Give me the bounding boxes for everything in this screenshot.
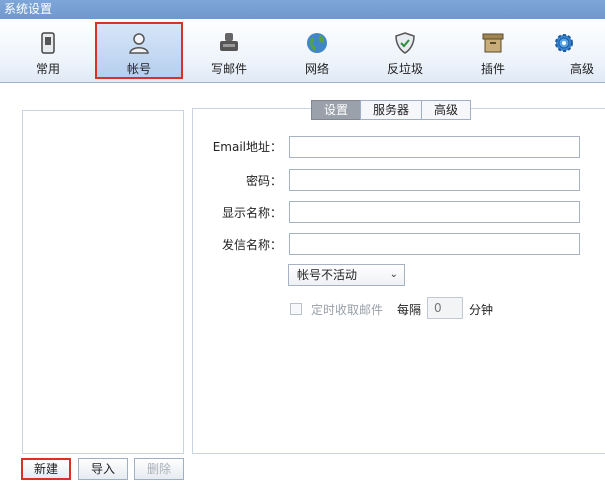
delete-account-button[interactable]: 删除 bbox=[134, 458, 184, 480]
toolbar-item-compose[interactable]: 写邮件 bbox=[185, 22, 273, 79]
account-list[interactable] bbox=[22, 110, 184, 454]
toolbar-label-network: 网络 bbox=[304, 62, 329, 76]
interval-input[interactable]: 0 bbox=[427, 297, 463, 319]
toolbar-label-general: 常用 bbox=[35, 62, 60, 76]
toolbar-item-advanced[interactable]: 高级 bbox=[540, 22, 605, 79]
toolbar-item-antispam[interactable]: 反垃圾 bbox=[361, 22, 449, 79]
toolbar-item-account[interactable]: 帐号 bbox=[95, 22, 183, 79]
account-status-value: 帐号不活动 bbox=[297, 268, 358, 282]
account-settings-content: 设置 服务器 高级 Email地址： 密码： 显示名称： 发信名称： 帐号不活动… bbox=[0, 84, 605, 480]
user-icon bbox=[129, 33, 149, 54]
toolbar-label-advanced: 高级 bbox=[570, 62, 595, 76]
timed-fetch-label: 定时收取邮件 bbox=[311, 303, 384, 317]
toolbar-item-network[interactable]: 网络 bbox=[273, 22, 361, 79]
tab-settings[interactable]: 设置 bbox=[311, 100, 362, 120]
interval-unit-label: 分钟 bbox=[469, 303, 494, 317]
import-account-button[interactable]: 导入 bbox=[78, 458, 128, 480]
email-field[interactable] bbox=[289, 136, 580, 158]
toolbar-label-antispam: 反垃圾 bbox=[386, 62, 423, 76]
window-title: 系统设置 bbox=[0, 0, 605, 19]
toolbar-label-plugins: 插件 bbox=[480, 62, 505, 76]
email-label: Email地址： bbox=[212, 140, 282, 154]
globe-icon bbox=[307, 33, 327, 53]
gear-icon bbox=[555, 34, 573, 52]
shield-icon bbox=[395, 32, 415, 54]
display-name-label: 显示名称： bbox=[221, 206, 282, 220]
toolbar-label-compose: 写邮件 bbox=[210, 62, 247, 76]
tab-advanced[interactable]: 高级 bbox=[421, 100, 472, 120]
toolbar-item-plugins[interactable]: 插件 bbox=[449, 22, 537, 79]
new-account-button[interactable]: 新建 bbox=[21, 458, 71, 480]
toolbar-label-account: 帐号 bbox=[126, 62, 151, 76]
compose-icon bbox=[220, 33, 238, 51]
password-label: 密码： bbox=[245, 174, 282, 188]
password-field[interactable] bbox=[289, 169, 580, 191]
timed-fetch-checkbox[interactable] bbox=[290, 303, 302, 315]
account-status-select[interactable]: 帐号不活动 ⌄ bbox=[288, 264, 405, 286]
display-name-field[interactable] bbox=[289, 201, 580, 223]
chevron-down-icon: ⌄ bbox=[389, 269, 398, 280]
tab-server[interactable]: 服务器 bbox=[360, 100, 423, 120]
sender-name-label: 发信名称： bbox=[221, 238, 282, 252]
phone-icon bbox=[41, 32, 55, 54]
account-tabs: 设置 服务器 高级 bbox=[311, 100, 472, 120]
interval-every-label: 每隔 bbox=[397, 303, 422, 317]
settings-toolbar: 常用 帐号 写邮件 网络 反垃圾 插件 高级 bbox=[0, 19, 605, 83]
sender-name-field[interactable] bbox=[289, 233, 580, 255]
box-icon bbox=[482, 33, 504, 53]
toolbar-item-general[interactable]: 常用 bbox=[4, 22, 92, 79]
